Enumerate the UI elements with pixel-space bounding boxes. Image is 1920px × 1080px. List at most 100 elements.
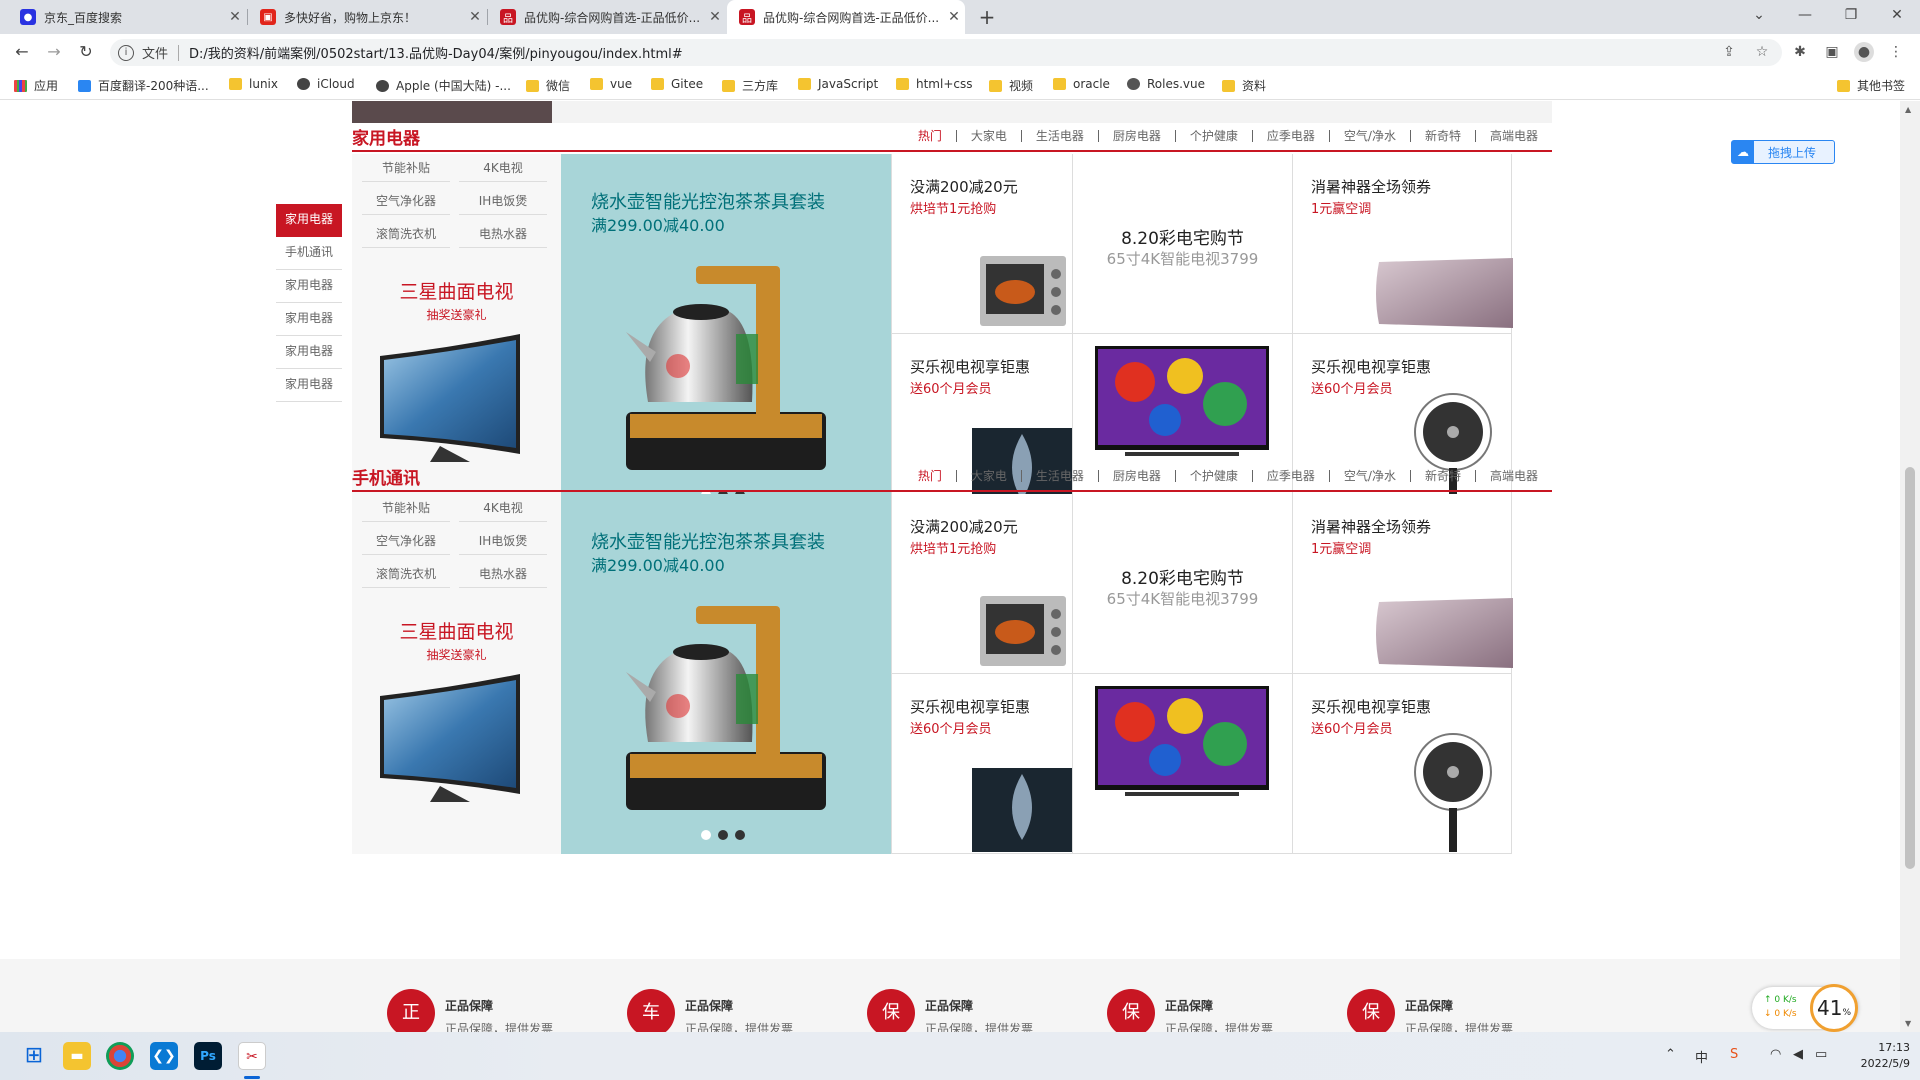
restore-button[interactable]: ❐ [1828, 0, 1874, 34]
chrome-icon[interactable] [106, 1042, 134, 1070]
reload-icon[interactable]: ↻ [74, 40, 98, 64]
scroll-up-icon[interactable]: ▲ [1905, 105, 1911, 114]
left-nav-item[interactable]: 家用电器 [276, 204, 342, 237]
clock[interactable]: 17:13 2022/5/9 [1855, 1041, 1910, 1070]
start-icon[interactable]: ⊞ [20, 1042, 48, 1070]
tab-search-icon[interactable]: ⌄ [1736, 0, 1782, 34]
promo-cell-letv-2[interactable]: 买乐视电视享钜惠 送60个月会员 [1292, 674, 1512, 854]
left-nav-item[interactable]: 手机通讯 [276, 237, 342, 270]
address-bar[interactable]: i 文件 D:/我的资料/前端案例/0502start/13.品优购-Day04… [110, 39, 1782, 66]
extensions-icon[interactable]: ✱ [1790, 42, 1810, 62]
floor-tab[interactable]: 个护健康 [1174, 470, 1252, 482]
bookmark-item[interactable]: Gitee [651, 77, 703, 91]
floor-tab[interactable]: 应季电器 [1251, 470, 1329, 482]
carousel-dot[interactable] [701, 830, 711, 840]
ime-indicator[interactable]: 中 [1695, 1047, 1708, 1066]
bookmark-item[interactable]: 三方库 [722, 77, 778, 94]
file-explorer-icon[interactable]: ▬ [63, 1042, 91, 1070]
bookmark-item[interactable]: vue [590, 77, 632, 91]
close-tab-icon[interactable]: ✕ [464, 9, 486, 25]
floor-banner[interactable]: 烧水壶智能光控泡茶茶具套装 满299.00减40.00 [561, 494, 891, 854]
scrollbar-thumb[interactable] [1905, 467, 1915, 869]
keyword-link[interactable]: 电热水器 [459, 220, 547, 248]
volume-icon[interactable]: ◀ [1793, 1047, 1803, 1062]
floor-tab[interactable]: 高端电器 [1474, 130, 1552, 142]
bookmark-item[interactable]: Apple (中国大陆) -... [376, 77, 511, 94]
left-nav-item[interactable]: 家用电器 [276, 369, 342, 402]
promo-cell-color-tv[interactable] [1072, 674, 1292, 854]
minimize-button[interactable]: — [1782, 0, 1828, 34]
tab-pinyougou-1[interactable]: 品 品优购-综合网购首选-正品低价... ✕ [488, 0, 726, 34]
keyword-link[interactable]: 4K电视 [459, 494, 547, 522]
forward-icon[interactable]: → [42, 40, 66, 64]
tab-pinyougou-active[interactable]: 品 品优购-综合网购首选-正品低价... ✕ [727, 0, 965, 34]
floor-tab[interactable]: 热门 [904, 130, 956, 142]
info-icon[interactable]: i [118, 44, 134, 61]
carousel-dot[interactable] [718, 830, 728, 840]
keyword-link[interactable]: 空气净化器 [362, 527, 450, 555]
other-bookmarks[interactable]: 其他书签 [1837, 77, 1905, 94]
keyword-link[interactable]: 滚筒洗衣机 [362, 560, 450, 588]
bookmark-item[interactable]: iCloud [297, 77, 355, 91]
keyword-link[interactable]: 电热水器 [459, 560, 547, 588]
drag-upload-button[interactable]: ☁ 拖拽上传 [1731, 140, 1835, 164]
bookmark-item[interactable]: 资料 [1222, 77, 1266, 94]
floor-tab[interactable]: 新奇特 [1409, 470, 1475, 482]
floor-tab[interactable]: 空气/净水 [1328, 130, 1410, 142]
promo-cell-letv-1[interactable]: 买乐视电视享钜惠 送60个月会员 [891, 674, 1072, 854]
promo-cell-tv-festival[interactable]: 8.20彩电宅购节 65寸4K智能电视3799 [1072, 154, 1292, 334]
url-text[interactable]: D:/我的资料/前端案例/0502start/13.品优购-Day04/案例/p… [189, 43, 683, 62]
promo-cell-aircon[interactable]: 消暑神器全场领券 1元赢空调 [1292, 494, 1513, 674]
floor-tab[interactable]: 高端电器 [1474, 470, 1552, 482]
sogou-icon[interactable]: S [1730, 1047, 1738, 1062]
bookmark-item[interactable]: html+css [896, 77, 973, 91]
left-nav-item[interactable]: 家用电器 [276, 270, 342, 303]
close-tab-icon[interactable]: ✕ [224, 9, 246, 25]
keyword-link[interactable]: 节能补贴 [362, 494, 450, 522]
floor-tab[interactable]: 大家电 [955, 130, 1021, 142]
vscode-icon[interactable]: ❮❯ [150, 1042, 178, 1070]
close-window-button[interactable]: ✕ [1874, 0, 1920, 34]
bookmark-apps[interactable]: 应用 [14, 77, 58, 94]
tab-baidu[interactable]: ● 京东_百度搜索 ✕ [8, 0, 246, 34]
share-icon[interactable]: ⇪ [1719, 42, 1739, 62]
promo-cell-tv-festival[interactable]: 8.20彩电宅购节 65寸4K智能电视3799 [1072, 494, 1292, 674]
bookmark-item[interactable]: oracle [1053, 77, 1110, 91]
close-tab-icon[interactable]: ✕ [704, 9, 726, 25]
promo-cell-oven[interactable]: 没满200减20元 烘培节1元抢购 [891, 154, 1072, 334]
wifi-icon[interactable]: ◠ [1770, 1047, 1781, 1062]
floor-tab[interactable]: 生活电器 [1020, 470, 1098, 482]
network-speed-widget[interactable]: ↑ 0 K/s ↓ 0 K/s 41% [1752, 984, 1858, 1032]
bookmark-item[interactable]: 微信 [526, 77, 570, 94]
bookmark-item[interactable]: Roles.vue [1127, 77, 1205, 91]
tv-promo[interactable]: 三星曲面电视 抽奖送豪礼 [352, 617, 561, 663]
profile-avatar[interactable]: ● [1854, 42, 1874, 62]
sidepanel-icon[interactable]: ▣ [1822, 42, 1842, 62]
keyword-link[interactable]: 4K电视 [459, 154, 547, 182]
keyword-link[interactable]: 滚筒洗衣机 [362, 220, 450, 248]
page-scrollbar[interactable]: ▲ ▼ [1900, 101, 1920, 1032]
floor-tab[interactable]: 厨房电器 [1097, 130, 1175, 142]
tv-promo[interactable]: 三星曲面电视 抽奖送豪礼 [352, 277, 561, 323]
promo-cell-oven[interactable]: 没满200减20元 烘培节1元抢购 [891, 494, 1072, 674]
snipping-tool-icon[interactable]: ✂ [238, 1042, 266, 1070]
bookmark-item[interactable]: 百度翻译-200种语... [78, 77, 209, 94]
floor-tab[interactable]: 应季电器 [1251, 130, 1329, 142]
floor-tab[interactable]: 热门 [904, 470, 956, 482]
keyword-link[interactable]: IH电饭煲 [459, 187, 547, 215]
floor-tab[interactable]: 新奇特 [1409, 130, 1475, 142]
new-tab-button[interactable]: + [974, 4, 1000, 30]
bookmark-item[interactable]: lunix [229, 77, 278, 91]
floor-tab[interactable]: 大家电 [955, 470, 1021, 482]
floor-tab[interactable]: 空气/净水 [1328, 470, 1410, 482]
bookmark-star-icon[interactable]: ☆ [1752, 42, 1772, 62]
battery-icon[interactable]: ▭ [1815, 1047, 1827, 1062]
back-icon[interactable]: ← [10, 40, 34, 64]
floor-banner[interactable]: 烧水壶智能光控泡茶茶具套装 满299.00减40.00 [561, 154, 891, 514]
photoshop-icon[interactable]: Ps [194, 1042, 222, 1070]
menu-icon[interactable]: ⋮ [1886, 42, 1906, 62]
floor-tab[interactable]: 个护健康 [1174, 130, 1252, 142]
floor-tab[interactable]: 厨房电器 [1097, 470, 1175, 482]
left-nav-item[interactable]: 家用电器 [276, 303, 342, 336]
close-tab-icon[interactable]: ✕ [943, 9, 965, 25]
